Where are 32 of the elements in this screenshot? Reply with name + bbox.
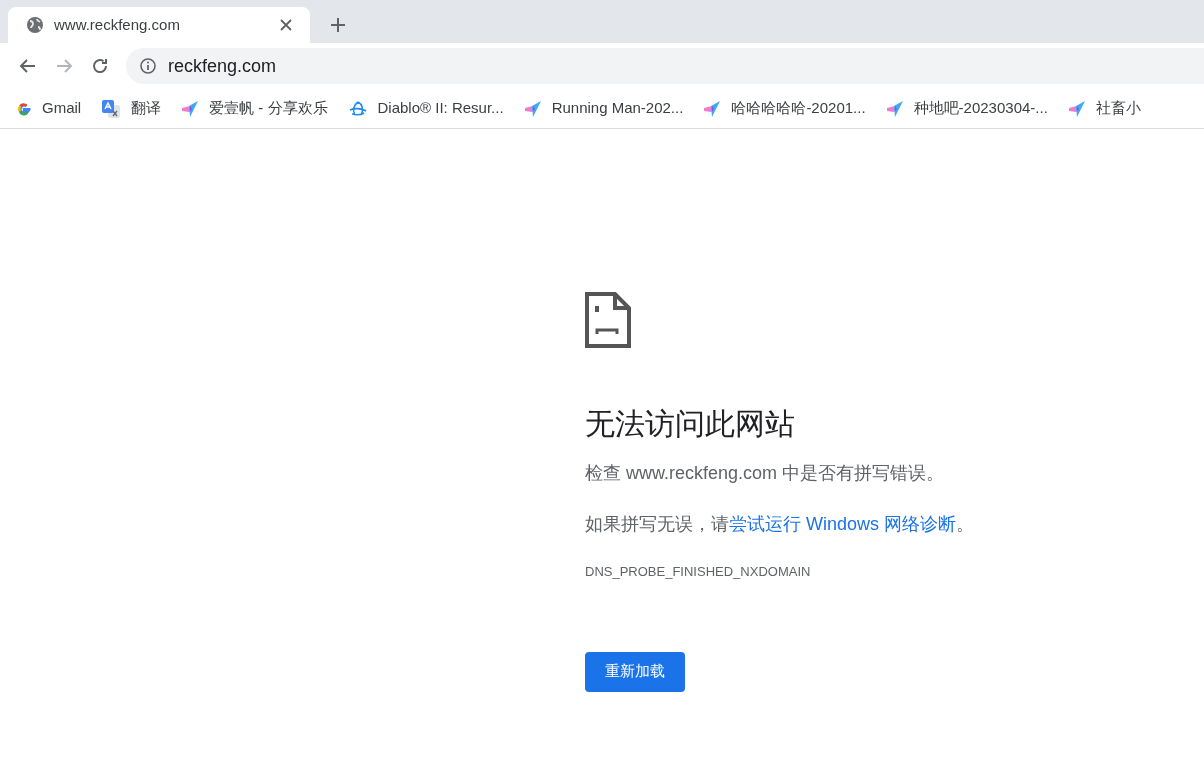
feather-logo-icon <box>181 99 200 118</box>
feather-logo-icon <box>1067 99 1086 118</box>
bookmark-link[interactable]: Diablo® II: Resur... <box>347 97 504 120</box>
error-hint: 。 <box>956 513 975 536</box>
info-icon[interactable] <box>140 58 156 74</box>
bookmark-link[interactable]: 翻译 <box>101 97 162 120</box>
reload-icon <box>90 56 110 76</box>
error-hint: 如果拼写无误，请 <box>585 513 729 536</box>
diagnostics-link[interactable]: 尝试运行 Windows 网络诊断 <box>729 511 957 538</box>
url-text: reckfeng.com <box>168 54 277 78</box>
bookmark-link[interactable]: Running Man-202... <box>523 97 684 120</box>
bookmark-link[interactable]: 哈哈哈哈哈-20201... <box>703 97 866 120</box>
translate-icon <box>101 98 122 119</box>
g-logo-icon <box>16 100 32 117</box>
browser-tab[interactable]: www.reckfeng.com <box>8 7 310 43</box>
bookmark-link[interactable]: Gmail <box>16 97 82 120</box>
feather-logo-icon <box>523 99 542 118</box>
error-message: 检查 www.reckfeng.com 中是否有拼写错误。 <box>585 462 946 485</box>
feather-logo-icon <box>703 99 722 118</box>
bookmark-link[interactable]: 爱壹帆 - 分享欢乐 <box>181 97 328 120</box>
feather-logo-icon <box>885 99 904 118</box>
error-heading: 无法访问此网站 <box>585 406 796 442</box>
sad-page-icon <box>585 292 631 348</box>
close-icon[interactable] <box>280 19 292 31</box>
error-code: DNS_PROBE_FINISHED_NXDOMAIN <box>585 563 812 581</box>
new-tab-icon[interactable] <box>330 17 346 33</box>
reload-page-button[interactable]: 重新加载 <box>585 651 685 692</box>
address-bar[interactable]: reckfeng.com <box>126 48 1204 84</box>
globe-icon <box>26 16 44 34</box>
bookmark-link[interactable]: 社畜小 <box>1067 97 1141 120</box>
tab-title: www.reckfeng.com <box>54 14 181 35</box>
bookmark-link[interactable]: 种地吧-20230304-... <box>885 97 1048 120</box>
